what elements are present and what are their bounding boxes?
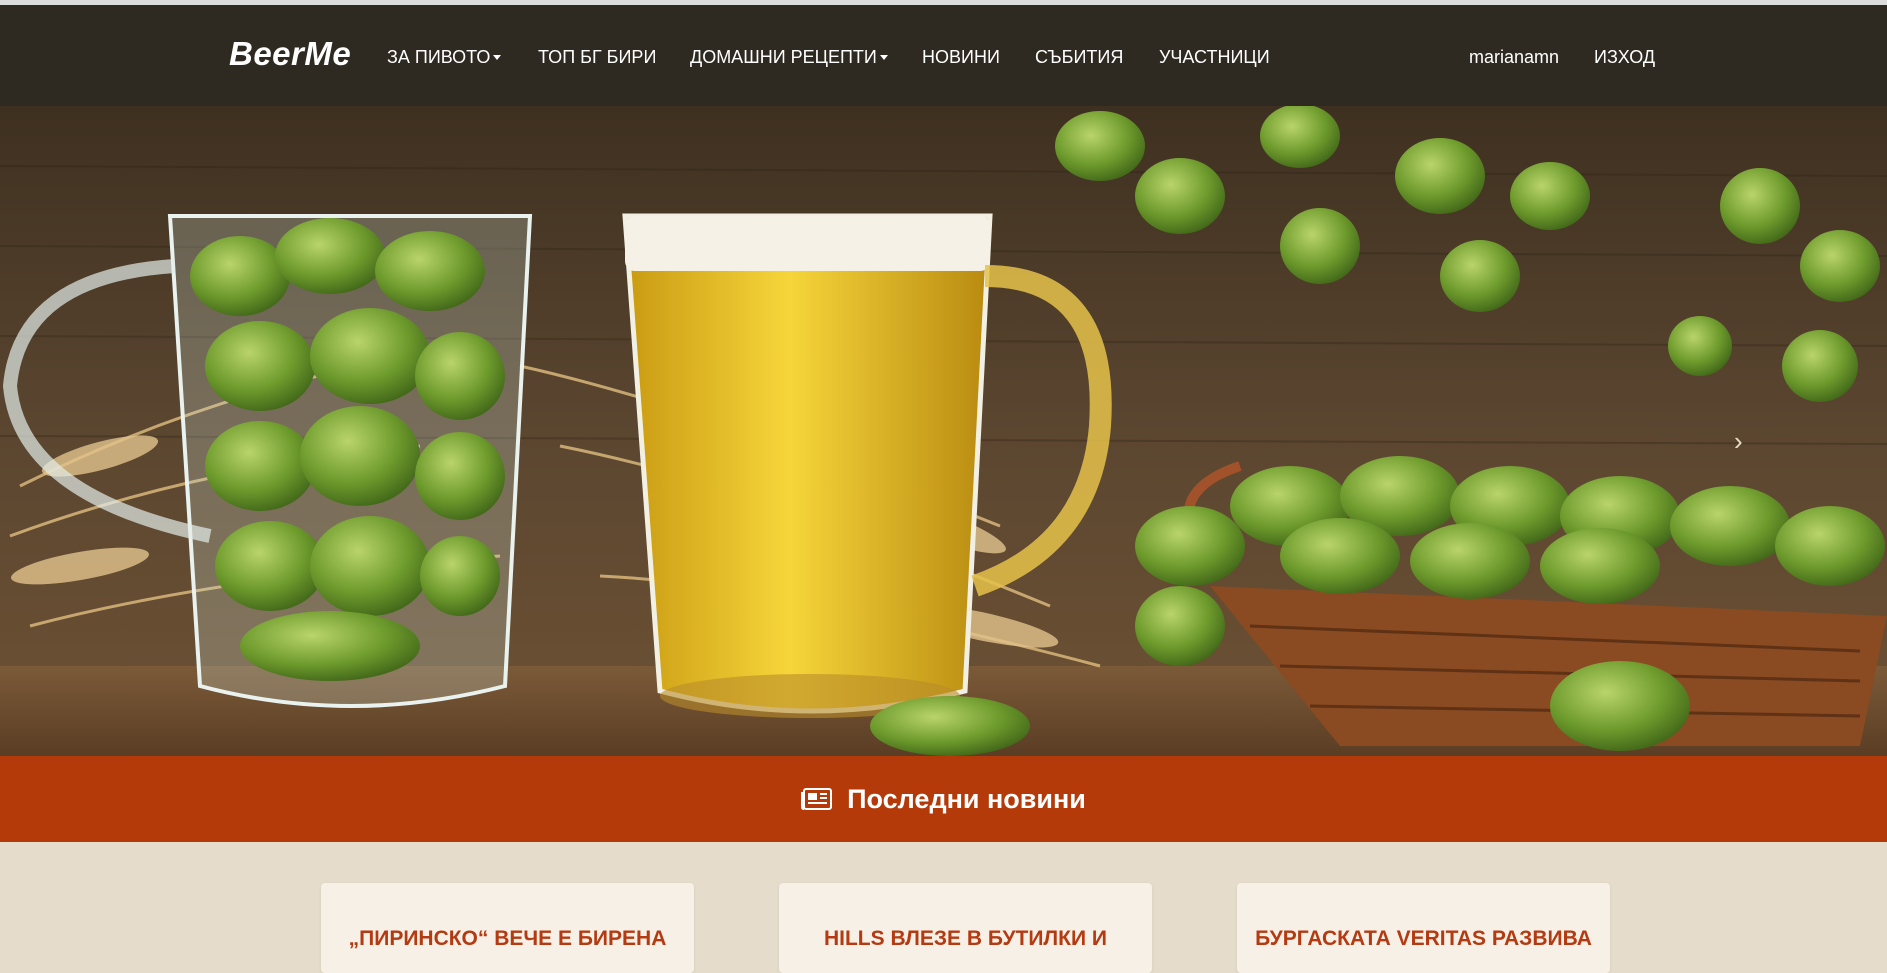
nav-user-link[interactable]: marianamn (1469, 47, 1559, 68)
nav-item-about-beer[interactable]: ЗА ПИВОТО (387, 47, 502, 68)
nav-item-label: ТОП БГ БИРИ (538, 47, 657, 67)
brand-logo[interactable]: BeerMe (229, 35, 351, 73)
nav-item-label: НОВИНИ (922, 47, 1000, 67)
news-card[interactable]: HILLS ВЛЕЗЕ В БУТИЛКИ И (779, 883, 1152, 973)
newspaper-icon (801, 787, 833, 811)
username: marianamn (1469, 47, 1560, 67)
carousel-next-control[interactable]: › (1734, 426, 1743, 457)
nav-item-members[interactable]: УЧАСТНИЦИ (1159, 47, 1270, 68)
nav-item-top-bg-beers[interactable]: ТОП БГ БИРИ (538, 47, 656, 68)
news-card[interactable]: БУРГАСКАТА VERITAS РАЗВИВА (1237, 883, 1610, 973)
nav-item-events[interactable]: СЪБИТИЯ (1035, 47, 1123, 68)
logout-label: ИЗХОД (1594, 47, 1656, 67)
logout-link[interactable]: ИЗХОД (1594, 47, 1655, 68)
nav-item-label: СЪБИТИЯ (1035, 47, 1124, 67)
nav-item-home-recipes[interactable]: ДОМАШНИ РЕЦЕПТИ (690, 47, 888, 68)
hero-carousel[interactable]: › (0, 106, 1887, 756)
caret-down-icon (493, 55, 502, 60)
navbar: BeerMe ЗА ПИВОТО ТОП БГ БИРИ ДОМАШНИ РЕЦ… (0, 5, 1887, 106)
nav-item-news[interactable]: НОВИНИ (922, 47, 1000, 68)
hero-image (0, 106, 1887, 756)
nav-item-label: ЗА ПИВОТО (387, 47, 491, 67)
latest-news-heading: Последни новини (0, 756, 1887, 842)
latest-news-title: Последни новини (847, 783, 1086, 814)
nav-item-label: ДОМАШНИ РЕЦЕПТИ (690, 47, 877, 67)
news-card-title[interactable]: „ПИРИНСКО“ ВЕЧЕ Е БИРЕНА (321, 927, 694, 951)
caret-down-icon (879, 55, 888, 60)
latest-news-banner: Последни новини (0, 756, 1887, 842)
news-card[interactable]: „ПИРИНСКО“ ВЕЧЕ Е БИРЕНА (321, 883, 694, 973)
nav-item-label: УЧАСТНИЦИ (1159, 47, 1270, 67)
news-card-title[interactable]: HILLS ВЛЕЗЕ В БУТИЛКИ И (779, 927, 1152, 951)
news-card-title[interactable]: БУРГАСКАТА VERITAS РАЗВИВА (1237, 927, 1610, 951)
